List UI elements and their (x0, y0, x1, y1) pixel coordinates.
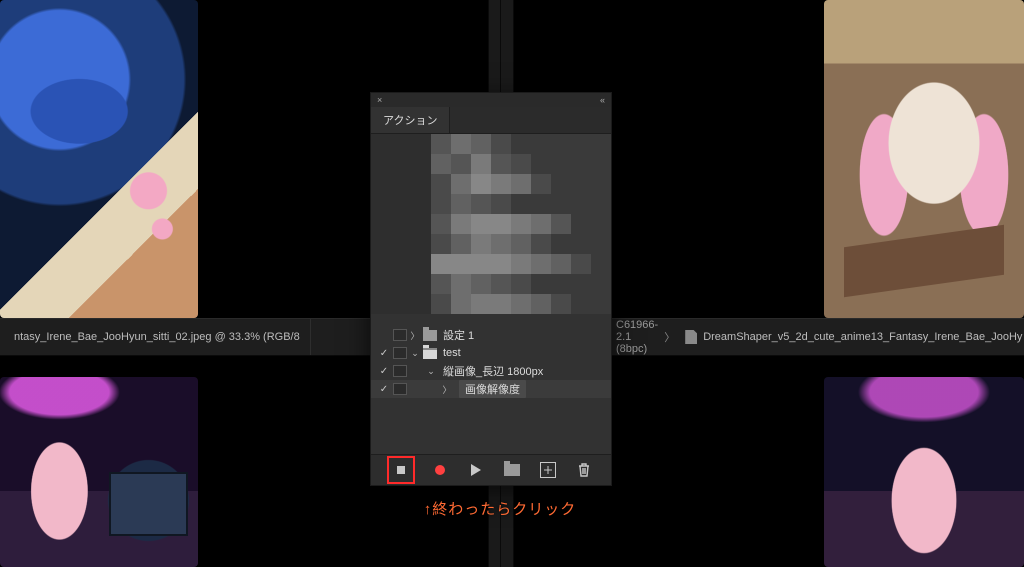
document-tab[interactable]: DreamShaper_v5_2d_cute_anime13_Fantasy_I… (675, 319, 1024, 355)
tab-actions[interactable]: アクション (371, 107, 450, 133)
toggle-checkbox[interactable]: ✓ (377, 348, 391, 359)
close-icon[interactable]: × (377, 95, 382, 105)
chevron-right-icon[interactable]: 〉 (441, 383, 453, 396)
document-icon (685, 330, 697, 344)
folder-open-icon (423, 348, 437, 359)
canvas-image-top-right (824, 0, 1024, 318)
chevron-right-icon[interactable]: 〉 (409, 329, 421, 342)
delete-button[interactable] (576, 462, 592, 478)
document-tab-label: DreamShaper_v5_2d_cute_anime13_Fantasy_I… (703, 331, 1022, 343)
action-label: 縦画像_長辺 1800px (443, 363, 543, 379)
highlight-box (387, 456, 415, 484)
chevron-down-icon[interactable]: ⌄ (425, 366, 437, 377)
action-row[interactable]: ✓ ⌄ 縦画像_長辺 1800px (371, 362, 611, 380)
chevron-right-icon: 〉 (664, 329, 675, 345)
play-action-button[interactable] (468, 462, 484, 478)
panel-footer (371, 454, 611, 485)
document-tabbar-right: C61966-2.1 (8bpc) 〉 DreamShaper_v5_2d_cu… (610, 318, 1024, 356)
actions-panel: × « アクション (370, 92, 612, 486)
document-tab[interactable]: ntasy_Irene_Bae_JooHyun_sitti_02.jpeg @ … (4, 319, 311, 355)
begin-recording-button[interactable] (432, 462, 448, 478)
new-action-button[interactable] (540, 462, 556, 478)
collapse-icon[interactable]: « (600, 95, 605, 105)
action-set-row[interactable]: ✓ ⌄ test (371, 344, 611, 362)
new-action-set-button[interactable] (504, 464, 520, 476)
dialog-toggle[interactable] (393, 347, 407, 359)
redacted-region (371, 134, 611, 324)
chevron-down-icon[interactable]: ⌄ (409, 348, 421, 359)
color-profile-tail: C61966-2.1 (8bpc) (616, 319, 658, 355)
folder-icon (423, 330, 437, 341)
action-set-label: 設定 1 (443, 327, 474, 343)
action-step-row[interactable]: ✓ 〉 画像解像度 (371, 380, 611, 398)
canvas-image-bottom-left (0, 377, 198, 567)
panel-tabs: アクション (371, 107, 611, 134)
action-set-row[interactable]: 〉 設定 1 (371, 326, 611, 344)
dialog-toggle[interactable] (393, 329, 407, 341)
action-step-label: 画像解像度 (459, 380, 526, 398)
dialog-toggle[interactable] (393, 383, 407, 395)
toggle-checkbox[interactable]: ✓ (377, 384, 391, 395)
annotation-text: ↑終わったらクリック (370, 498, 630, 519)
canvas-image-bottom-right (824, 377, 1024, 567)
actions-tree: 〉 設定 1 ✓ ⌄ test ✓ ⌄ 縦画像_長辺 1800px ✓ (371, 326, 611, 398)
stop-recording-button[interactable] (390, 459, 412, 481)
document-tab-label: ntasy_Irene_Bae_JooHyun_sitti_02.jpeg @ … (14, 331, 300, 343)
tab-label: アクション (383, 112, 437, 128)
dialog-toggle[interactable] (393, 365, 407, 377)
toggle-checkbox[interactable]: ✓ (377, 366, 391, 377)
panel-body: 〉 設定 1 ✓ ⌄ test ✓ ⌄ 縦画像_長辺 1800px ✓ (371, 134, 611, 454)
document-tabbar-left: ntasy_Irene_Bae_JooHyun_sitti_02.jpeg @ … (0, 318, 380, 356)
canvas-image-top-left (0, 0, 198, 318)
action-set-label: test (443, 347, 461, 359)
panel-header: × « (371, 93, 611, 107)
